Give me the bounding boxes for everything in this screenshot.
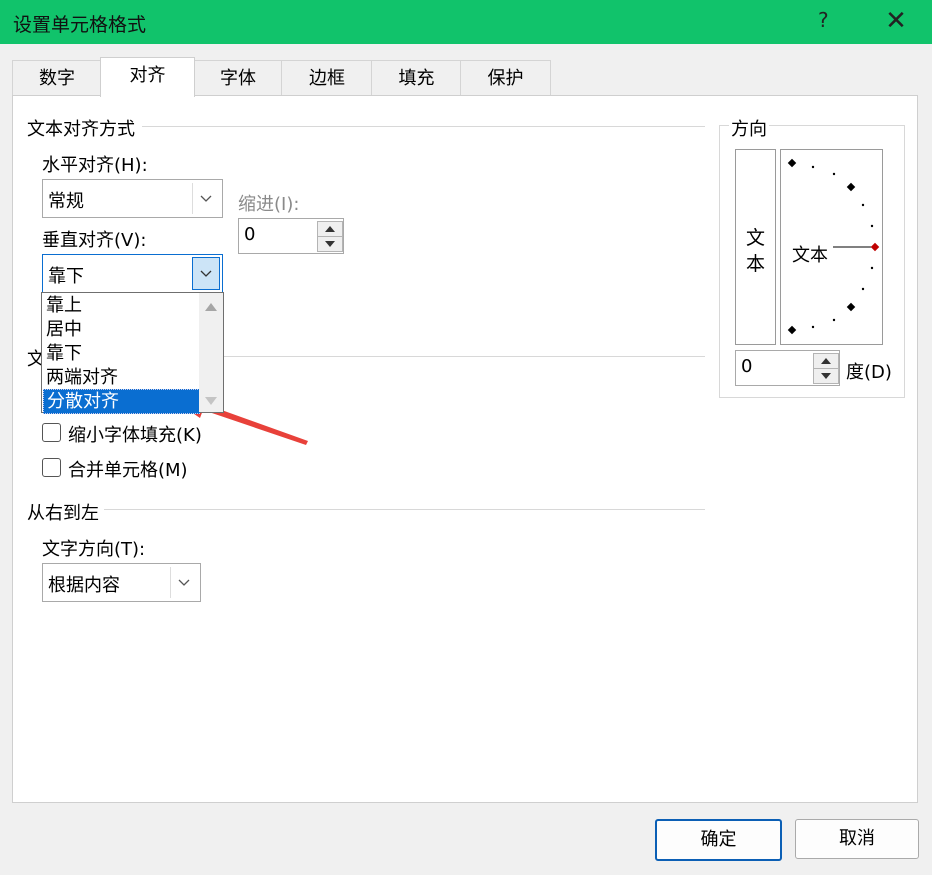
merge-cells-label: 合并单元格(M) [68,460,188,481]
degree-value: 0 [741,356,753,377]
orientation-group-label: 方向 [729,115,769,141]
vertical-align-label: 垂直对齐(V): [42,230,147,251]
text-direction-value: 根据内容 [48,575,120,596]
vertical-align-value: 靠下 [48,266,84,287]
tab-border[interactable]: 边框 [281,60,373,96]
text-direction-select[interactable]: 根据内容 [42,563,201,602]
chevron-down-icon[interactable] [192,183,219,214]
chevron-down-icon[interactable] [192,257,220,290]
vertical-text-char-2: 本 [746,253,766,275]
horizontal-align-label: 水平对齐(H): [42,155,148,176]
tab-alignment[interactable]: 对齐 [100,57,195,97]
ok-button[interactable]: 确定 [655,819,782,861]
vertical-align-select[interactable]: 靠下 [42,254,223,293]
shrink-to-fit-checkbox[interactable] [42,423,61,442]
option-bottom[interactable]: 靠下 [43,342,198,365]
group-divider [142,126,705,127]
title-bar: 设置单元格格式 ? ✕ [0,0,932,44]
dialog-title: 设置单元格格式 [13,14,147,36]
cancel-button[interactable]: 取消 [795,819,919,859]
group-divider [222,356,705,357]
tab-font[interactable]: 字体 [193,60,283,96]
merge-cells-checkbox[interactable] [42,458,61,477]
help-button[interactable]: ? [818,8,829,32]
tab-protection[interactable]: 保护 [460,60,551,96]
horizontal-align-value: 常规 [48,191,84,212]
spin-down-button[interactable] [317,236,343,252]
dropdown-scrollbar[interactable] [199,293,223,412]
degree-label: 度(D) [846,362,892,383]
option-justify[interactable]: 两端对齐 [43,366,198,389]
vertical-align-dropdown[interactable]: 靠上 居中 靠下 两端对齐 分散对齐 [41,292,224,414]
close-button[interactable]: ✕ [880,4,912,38]
option-top[interactable]: 靠上 [43,294,198,317]
vertical-text-toggle[interactable]: 文 本 [735,149,776,345]
chevron-down-icon[interactable] [170,567,197,598]
orientation-dial[interactable]: 文本 [780,149,883,345]
tab-fill[interactable]: 填充 [371,60,462,96]
indent-label: 缩进(I): [238,194,300,215]
spin-up-button[interactable] [317,221,343,237]
tab-number[interactable]: 数字 [12,60,102,96]
text-alignment-group-label: 文本对齐方式 [27,119,135,140]
text-direction-label: 文字方向(T): [42,539,146,560]
rtl-group-label: 从右到左 [27,503,99,524]
degree-spinner[interactable]: 0 [735,350,840,386]
scroll-up-icon [205,303,217,311]
scroll-down-icon [205,397,217,405]
indent-spinner[interactable]: 0 [238,218,344,254]
option-center[interactable]: 居中 [43,318,198,341]
option-distributed[interactable]: 分散对齐 [43,389,200,414]
shrink-to-fit-label: 缩小字体填充(K) [68,425,202,446]
dial-text: 文本 [792,245,828,266]
indent-value: 0 [244,224,256,245]
horizontal-align-select[interactable]: 常规 [42,179,223,218]
group-divider [104,509,705,510]
spin-up-button[interactable] [813,353,839,369]
spin-down-button[interactable] [813,368,839,384]
vertical-text-char-1: 文 [746,227,766,249]
